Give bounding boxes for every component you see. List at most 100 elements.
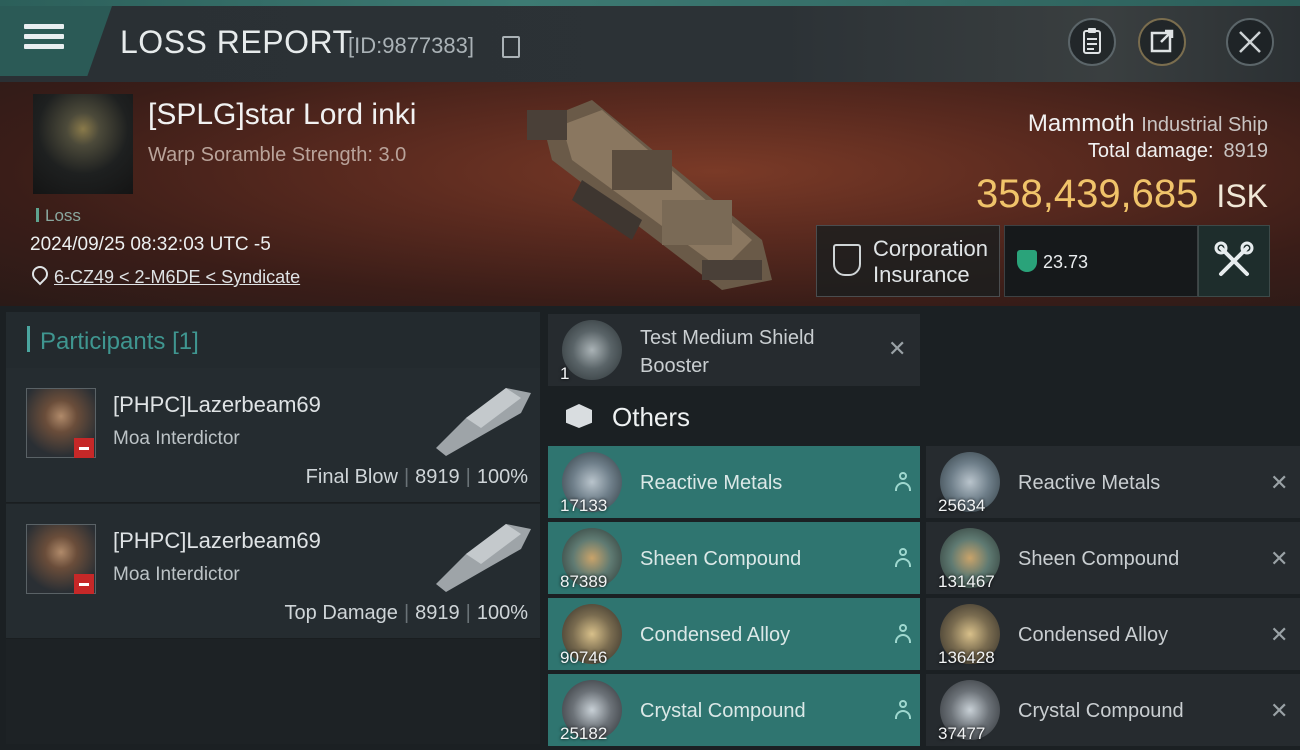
ship-type: Mammoth Industrial Ship	[1028, 110, 1268, 138]
module-card[interactable]: 1 Test Medium Shield Booster ✕	[548, 314, 920, 386]
stat-separator: |	[465, 466, 471, 488]
participant-percent: 100%	[476, 602, 528, 624]
menu-icon[interactable]	[24, 24, 64, 56]
total-damage-value: 8919	[1223, 140, 1269, 162]
isk-amount: 358,439,685	[975, 172, 1199, 216]
top-bar: LOSS REPORT [ID:9877383]	[0, 0, 1300, 82]
participants-header: Participants [1]	[6, 312, 540, 368]
cube-icon	[566, 404, 592, 428]
clipboard-button[interactable]	[1068, 18, 1116, 66]
loss-label: Loss	[36, 206, 81, 226]
dropped-item-card[interactable]: 17133 Reactive Metals	[548, 446, 920, 518]
insurance-value: 23.73	[1043, 252, 1089, 272]
participant-ship-image	[436, 388, 531, 456]
close-icon	[1239, 31, 1261, 53]
item-quantity: 37477	[938, 724, 986, 743]
item-quantity: 136428	[938, 648, 995, 667]
item-name: Reactive Metals	[1018, 472, 1161, 494]
destroyed-x-icon: ✕	[1270, 470, 1289, 495]
ship-image	[527, 100, 772, 290]
participant-row[interactable]: [PHPC]Lazerbeam69 Moa Interdictor Final …	[6, 368, 540, 503]
insurance-label: Corporation Insurance	[873, 236, 988, 288]
stat-separator: |	[403, 602, 410, 624]
victim-avatar[interactable]	[33, 94, 133, 194]
share-icon	[1150, 29, 1174, 53]
dropped-item-card[interactable]: 25182 Crystal Compound	[548, 674, 920, 746]
tools-icon	[1214, 241, 1254, 276]
participant-name[interactable]: [PHPC]Lazerbeam69	[113, 528, 321, 554]
participant-name[interactable]: [PHPC]Lazerbeam69	[113, 392, 321, 418]
fitting-button[interactable]	[1198, 225, 1270, 297]
item-quantity: 87389	[560, 572, 608, 591]
clipboard-icon	[1083, 28, 1101, 54]
item-quantity: 25634	[938, 496, 986, 515]
dropped-item-card[interactable]: 90746 Condensed Alloy	[548, 598, 920, 670]
participant-ship: Moa Interdictor	[113, 428, 240, 449]
report-id: [ID:9877383]	[348, 33, 474, 58]
participants-panel: Participants [1] [PHPC]Lazerbeam69 Moa I…	[6, 312, 540, 744]
copy-icon[interactable]	[502, 36, 520, 58]
item-quantity: 90746	[560, 648, 608, 667]
participant-ship-image	[436, 524, 531, 592]
isk-value: 358,439,685 ISK	[976, 172, 1268, 217]
item-quantity: 1	[560, 364, 570, 383]
item-name-line2: Booster	[640, 355, 709, 377]
person-icon	[894, 548, 912, 568]
shield-booster-icon	[562, 320, 622, 380]
item-name: Condensed Alloy	[1018, 624, 1169, 646]
item-name-line1: Test Medium Shield	[640, 327, 815, 349]
item-quantity: 17133	[560, 496, 608, 515]
page-title: LOSS REPORT	[120, 24, 353, 60]
insurance-badge-icon	[1017, 250, 1037, 272]
person-icon	[894, 472, 912, 492]
participant-stats: Top Damage | 8919 | 100%	[285, 602, 528, 625]
share-button[interactable]	[1138, 18, 1186, 66]
insurance-label-line2: Insurance	[873, 262, 970, 287]
close-button[interactable]	[1226, 18, 1274, 66]
insurance-label-line1: Corporation	[873, 236, 988, 261]
participants-count: [1]	[172, 328, 199, 355]
ship-name: Mammoth	[1027, 110, 1135, 137]
destroyed-item-card[interactable]: 131467 Sheen Compound ✕	[926, 522, 1300, 594]
corporation-insurance-button[interactable]: Corporation Insurance	[816, 225, 1000, 297]
item-name: Crystal Compound	[640, 700, 806, 722]
participants-title: Participants [1]	[40, 328, 199, 356]
item-name: Test Medium Shield Booster	[640, 324, 815, 380]
participant-role: Top Damage	[284, 602, 398, 624]
participants-accent-bar	[27, 326, 30, 352]
destroyed-item-card[interactable]: 37477 Crystal Compound ✕	[926, 674, 1300, 746]
destroyed-item-card[interactable]: 25634 Reactive Metals ✕	[926, 446, 1300, 518]
destroyed-x-icon: ✕	[888, 336, 907, 361]
destroyed-x-icon: ✕	[1270, 622, 1289, 647]
participant-row[interactable]: [PHPC]Lazerbeam69 Moa Interdictor Top Da…	[6, 504, 540, 639]
ship-class: Industrial Ship	[1141, 114, 1268, 136]
total-damage: Total damage: 8919	[1088, 140, 1268, 163]
timestamp: 2024/09/25 08:32:03 UTC -5	[30, 234, 271, 255]
destroyed-item-card[interactable]: 136428 Condensed Alloy ✕	[926, 598, 1300, 670]
isk-unit: ISK	[1216, 178, 1268, 214]
item-name: Sheen Compound	[1018, 548, 1180, 570]
location-link[interactable]: 6-CZ49 < 2-M6DE < Syndicate	[54, 267, 300, 288]
destroyed-x-icon: ✕	[1270, 546, 1289, 571]
items-panel: 1 Test Medium Shield Booster ✕ Others 17…	[540, 306, 1300, 750]
item-quantity: 25182	[560, 724, 608, 743]
victim-name[interactable]: [SPLG]star Lord inki	[148, 98, 416, 132]
hostile-badge-icon	[74, 574, 94, 594]
item-quantity: 131467	[938, 572, 995, 591]
participant-percent: 100%	[476, 466, 528, 488]
participant-damage: 8919	[415, 466, 460, 488]
item-name: Condensed Alloy	[640, 624, 791, 646]
dropped-item-card[interactable]: 87389 Sheen Compound	[548, 522, 920, 594]
participant-stats: Final Blow | 8919 | 100%	[306, 466, 528, 489]
item-name: Sheen Compound	[640, 548, 802, 570]
hostile-badge-icon	[74, 438, 94, 458]
participant-ship: Moa Interdictor	[113, 564, 240, 585]
item-name: Crystal Compound	[1018, 700, 1184, 722]
insurance-value-box: 23.73	[1004, 225, 1198, 297]
participant-damage: 8919	[415, 602, 460, 624]
participant-role: Final Blow	[305, 466, 398, 488]
person-icon	[894, 624, 912, 644]
section-title-others: Others	[612, 402, 691, 432]
item-name: Reactive Metals	[640, 472, 783, 494]
insurance-shield-icon	[833, 244, 861, 276]
